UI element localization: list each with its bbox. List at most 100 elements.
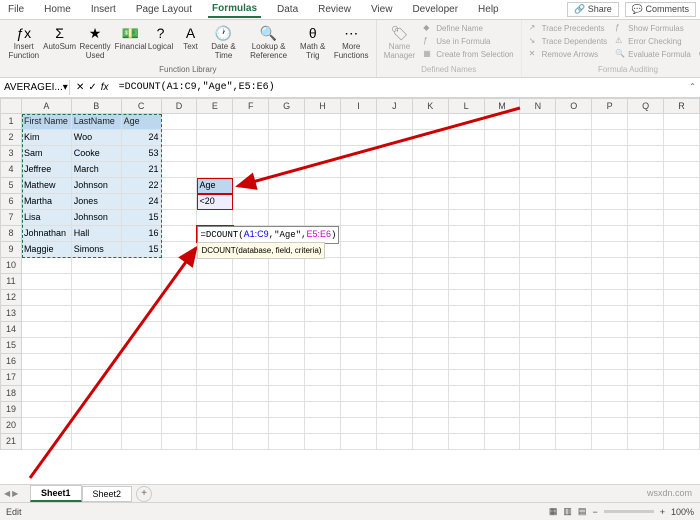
cell[interactable] [197,418,233,434]
cell[interactable]: LastName [72,114,122,130]
cell[interactable] [377,402,413,418]
cell[interactable] [197,370,233,386]
cell[interactable] [341,258,377,274]
cell[interactable] [449,178,485,194]
cell[interactable] [413,354,449,370]
cell[interactable] [233,386,269,402]
cell[interactable] [197,322,233,338]
cell[interactable] [413,210,449,226]
cell[interactable] [485,306,521,322]
cell[interactable] [592,130,628,146]
row-header[interactable]: 6 [0,194,22,210]
cell[interactable] [592,178,628,194]
cell[interactable] [269,178,305,194]
cell[interactable] [377,338,413,354]
cell[interactable] [449,162,485,178]
cell[interactable] [22,386,72,402]
cell[interactable] [485,178,521,194]
cell[interactable] [485,146,521,162]
datetime-button[interactable]: 🕐Date & Time [207,22,241,63]
cell[interactable] [377,114,413,130]
cell[interactable] [197,290,233,306]
create-selection-button[interactable]: ▦Create from Selection [420,48,516,60]
cell[interactable] [664,370,700,386]
row-header[interactable]: 13 [0,306,22,322]
math-button[interactable]: θMath & Trig [297,22,329,63]
cell[interactable] [628,242,664,258]
cell[interactable] [377,226,413,242]
cell[interactable] [520,162,556,178]
cell[interactable] [22,274,72,290]
cell[interactable] [341,354,377,370]
cell[interactable] [377,386,413,402]
cell[interactable] [269,258,305,274]
cell[interactable] [162,402,198,418]
cell[interactable] [162,306,198,322]
cell[interactable] [520,370,556,386]
cell[interactable]: Martha [22,194,72,210]
cell[interactable] [122,354,162,370]
cell[interactable] [305,338,341,354]
cell[interactable] [485,242,521,258]
cell[interactable] [449,338,485,354]
cell[interactable] [305,354,341,370]
cell[interactable] [664,242,700,258]
cell[interactable] [197,114,233,130]
cell[interactable] [413,146,449,162]
next-sheet-button[interactable]: ▶ [12,489,18,498]
row-header[interactable]: 17 [0,370,22,386]
cell[interactable] [556,386,592,402]
row-header[interactable]: 4 [0,162,22,178]
cell[interactable] [377,242,413,258]
cell[interactable] [305,258,341,274]
comments-button[interactable]: 💬 Comments [625,2,696,17]
cell[interactable] [449,290,485,306]
cell[interactable] [22,354,72,370]
cell[interactable] [449,386,485,402]
cell[interactable] [122,338,162,354]
cell[interactable] [269,130,305,146]
cell[interactable] [305,162,341,178]
cell[interactable] [72,354,122,370]
cell[interactable] [485,162,521,178]
cell[interactable] [592,146,628,162]
col-header[interactable]: B [72,98,122,114]
cell[interactable] [269,402,305,418]
col-header[interactable]: N [520,98,556,114]
tab-developer[interactable]: Developer [408,2,462,17]
cell[interactable] [413,178,449,194]
cell[interactable] [162,274,198,290]
cell[interactable] [449,258,485,274]
cell[interactable] [122,274,162,290]
watch-window-button[interactable]: 👁Watch Window [696,22,700,63]
cell[interactable] [556,242,592,258]
cell[interactable] [413,162,449,178]
tab-formulas[interactable]: Formulas [208,1,261,18]
cell[interactable] [72,338,122,354]
cell[interactable] [269,274,305,290]
cell[interactable] [664,290,700,306]
cell[interactable] [520,242,556,258]
cell[interactable] [628,210,664,226]
cell[interactable] [341,386,377,402]
cell[interactable] [592,370,628,386]
cell[interactable] [413,274,449,290]
cell[interactable] [305,386,341,402]
cell[interactable] [197,210,233,226]
cell[interactable] [664,162,700,178]
cell[interactable]: Jones [72,194,122,210]
col-header[interactable]: O [556,98,592,114]
zoom-in-button[interactable]: + [660,507,665,517]
cell[interactable] [413,306,449,322]
cell[interactable] [197,354,233,370]
cell[interactable] [413,242,449,258]
cell[interactable] [592,226,628,242]
cell[interactable] [592,242,628,258]
cell[interactable] [413,370,449,386]
cell[interactable] [122,402,162,418]
cell[interactable] [341,370,377,386]
row-header[interactable]: 20 [0,418,22,434]
cell[interactable] [377,130,413,146]
cell[interactable] [556,162,592,178]
cell[interactable] [628,194,664,210]
